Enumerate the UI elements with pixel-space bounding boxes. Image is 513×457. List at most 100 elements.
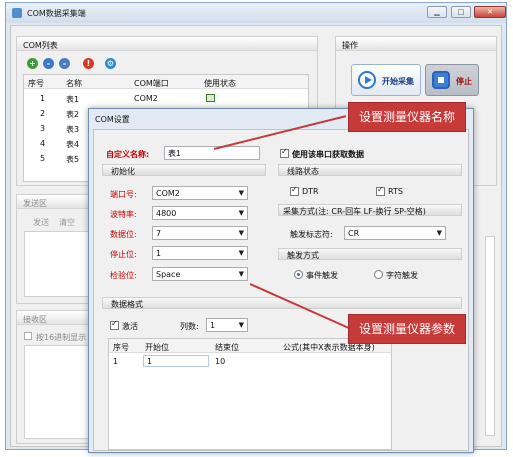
baud-select[interactable]: 4800 ▼: [152, 206, 248, 220]
chevron-down-icon: ▼: [238, 229, 244, 237]
parity-label: 检验位:: [110, 271, 137, 280]
baud-label: 波特率:: [110, 210, 137, 219]
receive-textarea[interactable]: [24, 345, 92, 439]
send-title: 发送区: [23, 199, 47, 208]
minimize-button[interactable]: ▁: [427, 6, 447, 18]
settings-icon[interactable]: ⚙: [105, 58, 116, 69]
column-count-select[interactable]: 1 ▼: [206, 318, 248, 332]
hex-label: 按16进制显示: [36, 333, 87, 342]
char-trigger-label: 字符触发: [386, 271, 418, 280]
init-title: 初始化: [111, 167, 135, 176]
start-collect-button[interactable]: 开始采集: [351, 64, 421, 96]
stop-icon[interactable]: !: [83, 58, 94, 69]
format-table: 序号 开始位 结束位 公式(其中X表示数据本身) 1 1 10: [108, 338, 392, 450]
format-title: 数据格式: [111, 300, 143, 309]
port-select[interactable]: COM2 ▼: [152, 186, 248, 200]
baud-value: 4800: [156, 209, 177, 218]
dtr-checkbox[interactable]: [290, 185, 299, 197]
receive-group: 接收区 按16进制显示: [16, 310, 96, 444]
row-no: 3: [40, 124, 46, 133]
trigger-char-select[interactable]: CR ▼: [344, 226, 446, 240]
char-trigger-radio[interactable]: [374, 269, 383, 280]
rts-label: RTS: [388, 187, 403, 196]
remove-icon[interactable]: –: [59, 58, 70, 69]
chevron-down-icon: ▼: [238, 270, 244, 278]
activate-label: 激活: [122, 322, 138, 331]
com-list-header: COM列表: [17, 37, 317, 51]
row-name: 表5: [66, 155, 80, 164]
parity-select[interactable]: Space ▼: [152, 267, 248, 281]
line-status-header: 线路状态: [278, 164, 462, 176]
fmt-col-end: 结束位: [215, 343, 239, 352]
add-icon[interactable]: +: [27, 58, 38, 69]
use-port-label: 使用该串口获取数据: [292, 150, 364, 159]
trigger-char-value: CR: [348, 229, 360, 238]
row-name: 表1: [66, 95, 80, 104]
maximize-button[interactable]: □: [451, 6, 471, 18]
edit-status-icon[interactable]: [206, 94, 215, 102]
row-name: 表4: [66, 140, 80, 149]
col-no: 序号: [28, 79, 44, 88]
fmt-col-no: 序号: [113, 343, 129, 352]
fmt-col-start: 开始位: [145, 343, 169, 352]
init-section-header: 初始化: [102, 164, 266, 176]
hex-checkbox[interactable]: [24, 332, 32, 340]
chevron-down-icon: ▼: [238, 321, 244, 329]
name-input[interactable]: [164, 146, 260, 160]
rts-checkbox[interactable]: [376, 185, 385, 197]
send-button[interactable]: 发送: [33, 217, 49, 228]
name-label: 自定义名称:: [106, 150, 150, 159]
col-port: COM端口: [134, 79, 169, 88]
play-icon: [358, 71, 376, 89]
trigger-mode-title: 触发方式: [287, 251, 319, 260]
activate-checkbox[interactable]: [110, 319, 119, 331]
stopbits-label: 停止位:: [110, 250, 137, 259]
fmt-row-start: 1: [147, 357, 153, 366]
row-no: 2: [40, 109, 46, 118]
collect-mode-header: 采集方式(注: CR-回车 LF-换行 SP-空格): [278, 204, 462, 216]
port-value: COM2: [156, 189, 180, 198]
close-button[interactable]: ✕: [474, 6, 506, 18]
window-title: COM数据采集端: [27, 9, 86, 18]
chevron-down-icon: ▼: [238, 249, 244, 257]
use-port-checkbox[interactable]: [280, 147, 289, 159]
row-no: 4: [40, 139, 46, 148]
line-status-title: 线路状态: [287, 167, 319, 176]
row-no: 1: [40, 94, 46, 103]
dtr-label: DTR: [302, 187, 319, 196]
stopbits-value: 1: [156, 249, 162, 258]
send-header: 发送区: [17, 195, 95, 209]
col-status: 使用状态: [204, 79, 236, 88]
chevron-down-icon: ▼: [436, 229, 442, 237]
table-row[interactable]: 1 表1 COM2: [24, 91, 308, 106]
column-count-value: 1: [210, 321, 216, 330]
event-trigger-radio[interactable]: [294, 269, 303, 280]
send-group: 发送区 发送 清空: [16, 194, 96, 304]
fmt-row-end: 10: [215, 357, 226, 366]
clear-button[interactable]: 清空: [59, 217, 75, 228]
fmt-start-input[interactable]: [143, 355, 209, 367]
com-settings-dialog: COM设置 自定义名称: 使用该串口获取数据 初始化 端口号: COM2 ▼ 波特…: [88, 108, 474, 453]
row-port: COM2: [134, 94, 158, 103]
col-name: 名称: [66, 79, 82, 88]
databits-label: 数据位:: [110, 230, 137, 239]
event-trigger-label: 事件触发: [306, 271, 338, 280]
operation-title: 操作: [342, 41, 358, 50]
operation-header: 操作: [336, 37, 496, 51]
databits-select[interactable]: 7 ▼: [152, 226, 248, 240]
stop-button[interactable]: 停止: [425, 64, 479, 96]
send-textarea[interactable]: [24, 231, 92, 297]
edit-icon[interactable]: –: [43, 58, 54, 69]
chevron-down-icon: ▼: [238, 209, 244, 217]
stop-label: 停止: [456, 77, 472, 86]
receive-title: 接收区: [23, 315, 47, 324]
dialog-body: 自定义名称: 使用该串口获取数据 初始化 端口号: COM2 ▼ 波特率: 480…: [93, 129, 469, 451]
chevron-down-icon: ▼: [238, 189, 244, 197]
app-icon: [12, 8, 22, 18]
stop-icon-large: [432, 71, 450, 89]
table-row[interactable]: 1 1 10: [109, 354, 391, 368]
stopbits-select[interactable]: 1 ▼: [152, 246, 248, 260]
fmt-row-no: 1: [113, 357, 119, 366]
dialog-title: COM设置: [95, 115, 130, 124]
databits-value: 7: [156, 229, 162, 238]
